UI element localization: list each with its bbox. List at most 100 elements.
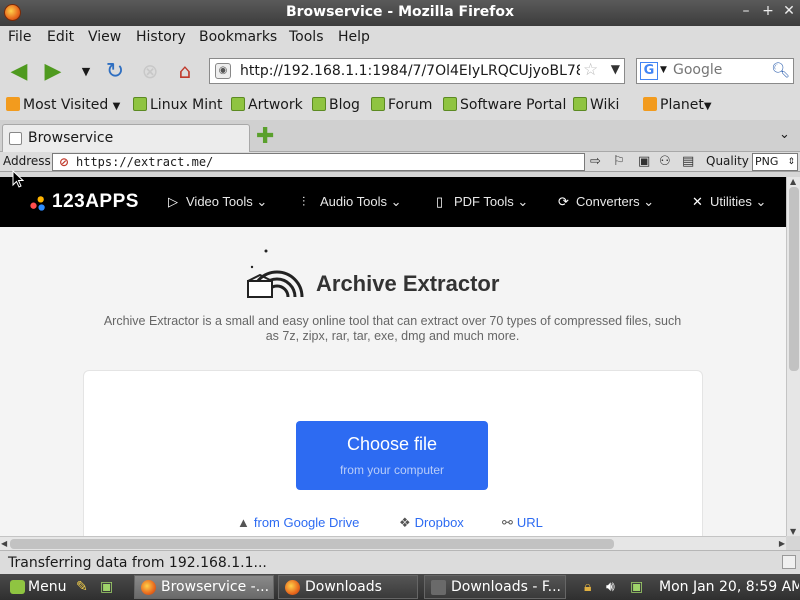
new-tab-icon[interactable]: ✚ bbox=[256, 124, 274, 149]
url-link[interactable]: ⚯ URL bbox=[502, 515, 543, 531]
go-arrow-icon[interactable]: ⇨ bbox=[590, 154, 601, 169]
minimize-icon[interactable]: – bbox=[737, 3, 755, 19]
bookmark-label: Linux Mint bbox=[150, 97, 223, 113]
bookmark-label: Blog bbox=[329, 97, 360, 113]
clipboard-icon[interactable]: ▤ bbox=[682, 154, 694, 169]
menu-edit[interactable]: Edit bbox=[47, 29, 74, 45]
address-text[interactable]: https://extract.me/ bbox=[76, 155, 213, 169]
bookmark-artwork[interactable]: Artwork bbox=[231, 97, 303, 113]
bookmark-planet[interactable]: Planet▼ bbox=[643, 97, 712, 113]
bookmark-label: Software Portal bbox=[460, 97, 567, 113]
tab-favicon-icon bbox=[9, 132, 22, 145]
address-label: Address bbox=[3, 154, 51, 168]
bookmarks-toolbar: Most Visited ▼ Linux Mint Artwork Blog F… bbox=[0, 92, 800, 120]
bookmark-software-portal[interactable]: Software Portal bbox=[443, 97, 566, 113]
play-icon: ▷ bbox=[168, 194, 178, 209]
tab-list-chevron-icon[interactable]: ⌄ bbox=[779, 127, 790, 142]
taskbar-window-label: Browservice -... bbox=[161, 579, 270, 595]
menu-help[interactable]: Help bbox=[338, 29, 370, 45]
home-icon[interactable]: ⌂ bbox=[172, 58, 198, 84]
nav-label: Video Tools bbox=[186, 194, 253, 209]
terminal-launcher-icon[interactable]: ▣ bbox=[100, 574, 118, 600]
resize-grip-icon[interactable] bbox=[782, 555, 796, 569]
dropbox-link[interactable]: ❖ Dropbox bbox=[399, 515, 464, 531]
close-icon[interactable]: ✕ bbox=[780, 3, 798, 19]
bookmark-blog[interactable]: Blog bbox=[312, 97, 360, 113]
window-title: Browservice - Mozilla Firefox bbox=[285, 4, 515, 20]
tab-title: Browservice bbox=[28, 130, 114, 146]
find-icon[interactable]: ⚇ bbox=[659, 154, 671, 169]
google-drive-link[interactable]: ▲ from Google Drive bbox=[237, 515, 359, 530]
menu-file[interactable]: File bbox=[8, 29, 31, 45]
stop-icon[interactable]: ⊗ bbox=[137, 58, 163, 84]
url-text[interactable]: http://192.168.1.1:1984/7/7Ol4EIyLRQCUjy… bbox=[240, 63, 580, 79]
choose-file-button[interactable]: Choose file from your computer bbox=[296, 421, 488, 490]
bookmark-linux-mint[interactable]: Linux Mint bbox=[133, 97, 223, 113]
nav-audio-tools[interactable]: ⫶ Audio Tools ⌄ bbox=[302, 194, 402, 210]
mint-icon bbox=[312, 97, 326, 111]
engine-dropdown-icon[interactable]: ▼ bbox=[660, 65, 667, 75]
history-dropdown-icon[interactable]: ▼ bbox=[73, 58, 99, 84]
nav-pdf-tools[interactable]: ▯ PDF Tools ⌄ bbox=[436, 194, 528, 210]
spinner-icon[interactable]: ⇕ bbox=[787, 154, 795, 170]
convert-icon: ⟳ bbox=[558, 194, 569, 209]
text-editor-launcher-icon[interactable]: ✎ bbox=[76, 574, 94, 600]
site-identity-icon[interactable]: ◉ bbox=[215, 63, 231, 79]
address-input[interactable]: ⊘ https://extract.me/ bbox=[52, 153, 585, 171]
menu-bookmarks[interactable]: Bookmarks bbox=[199, 29, 277, 45]
search-bar[interactable]: G ▼ 🔍︎ bbox=[636, 58, 794, 84]
menu-tools[interactable]: Tools bbox=[289, 29, 324, 45]
horizontal-scrollbar[interactable]: ◀ ▶ bbox=[0, 536, 786, 550]
forward-icon[interactable]: ▶ bbox=[40, 58, 66, 84]
search-icon[interactable]: 🔍︎ bbox=[771, 61, 790, 79]
bookmark-forum[interactable]: Forum bbox=[371, 97, 432, 113]
search-input[interactable] bbox=[673, 62, 773, 78]
quality-label: Quality bbox=[706, 154, 749, 168]
start-menu-button[interactable]: Menu bbox=[6, 574, 74, 600]
url-bar[interactable]: ◉ http://192.168.1.1:1984/7/7Ol4EIyLRQCU… bbox=[209, 58, 625, 84]
maximize-icon[interactable]: + bbox=[759, 3, 777, 19]
nav-label: Utilities bbox=[710, 194, 752, 209]
save-icon[interactable]: ▣ bbox=[638, 154, 650, 169]
tab-browservice[interactable]: Browservice bbox=[2, 124, 250, 152]
volume-tray-icon[interactable]: 🔊︎ bbox=[606, 574, 624, 600]
google-engine-icon[interactable]: G bbox=[640, 62, 658, 80]
choose-file-label: Choose file bbox=[346, 434, 438, 454]
menu-view[interactable]: View bbox=[88, 29, 121, 45]
clock[interactable]: Mon Jan 20, 8:59 AM bbox=[659, 574, 799, 600]
site-logo[interactable]: 123APPS bbox=[52, 191, 139, 213]
back-icon[interactable]: ◀ bbox=[6, 58, 32, 84]
nav-video-tools[interactable]: ▷ Video Tools ⌄ bbox=[168, 194, 267, 210]
url-dropdown-icon[interactable]: ▼ bbox=[611, 62, 620, 76]
bookmark-wiki[interactable]: Wiki bbox=[573, 97, 619, 113]
taskbar-window-downloads-f[interactable]: Downloads - F... bbox=[424, 575, 566, 599]
mouse-cursor-icon bbox=[12, 170, 24, 188]
horizontal-scroll-thumb[interactable] bbox=[10, 539, 614, 549]
bookmark-icon[interactable]: ⚐ bbox=[613, 154, 625, 169]
scroll-down-icon[interactable]: ▼ bbox=[790, 527, 796, 536]
quality-value: PNG bbox=[755, 155, 779, 168]
vertical-scrollbar[interactable]: ▲ ▼ bbox=[786, 177, 800, 536]
lock-tray-icon[interactable]: 🔒︎ bbox=[584, 574, 600, 600]
taskbar-window-browservice[interactable]: Browservice -... bbox=[134, 575, 274, 599]
scroll-left-icon[interactable]: ◀ bbox=[1, 539, 7, 548]
downloads-window-icon bbox=[431, 580, 446, 595]
tools-icon: ✕ bbox=[692, 194, 703, 209]
nav-converters[interactable]: ⟳ Converters ⌄ bbox=[558, 194, 654, 210]
quality-select[interactable]: PNG ⇕ bbox=[752, 153, 798, 171]
mint-logo-icon bbox=[10, 580, 25, 594]
rss-icon bbox=[6, 97, 20, 111]
scroll-right-icon[interactable]: ▶ bbox=[779, 539, 785, 548]
menu-history[interactable]: History bbox=[136, 29, 186, 45]
taskbar-window-downloads[interactable]: Downloads bbox=[278, 575, 418, 599]
bookmark-most-visited[interactable]: Most Visited ▼ bbox=[6, 97, 120, 113]
bookmark-star-icon[interactable]: ☆ bbox=[583, 60, 598, 80]
nav-utilities[interactable]: ✕ Utilities ⌄ bbox=[692, 194, 766, 210]
bookmark-label: Artwork bbox=[248, 97, 303, 113]
page-description: Archive Extractor is a small and easy on… bbox=[103, 314, 682, 343]
source-label: from Google Drive bbox=[253, 515, 360, 530]
reload-icon[interactable]: ↻ bbox=[102, 58, 128, 84]
network-tray-icon[interactable]: ▣ bbox=[630, 574, 652, 600]
scroll-up-icon[interactable]: ▲ bbox=[790, 177, 796, 186]
vertical-scroll-thumb[interactable] bbox=[789, 187, 799, 371]
